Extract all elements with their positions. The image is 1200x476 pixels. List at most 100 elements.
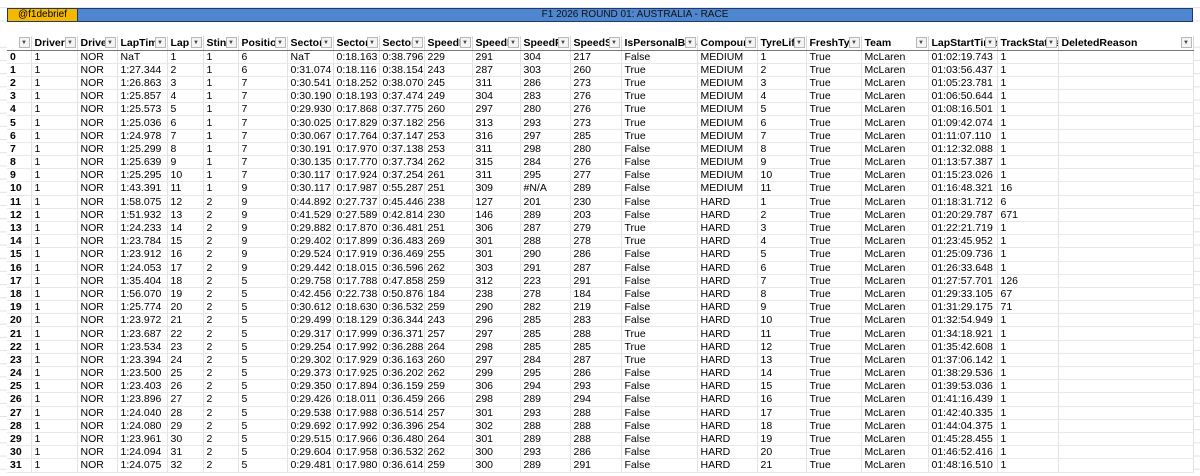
row-index[interactable]: 26 (7, 392, 32, 407)
column-header-speedi2[interactable]: SpeedI2 ▼ (472, 36, 521, 51)
cell[interactable]: 1 (31, 115, 78, 130)
cell[interactable]: 1:23.534 (117, 340, 168, 354)
cell[interactable]: 264 (424, 340, 473, 354)
cell[interactable]: 0:42.814 (379, 208, 425, 222)
cell[interactable]: 01:23:45.952 (928, 234, 998, 249)
cell[interactable]: 1 (997, 392, 1059, 407)
cell[interactable] (1058, 195, 1194, 209)
cell[interactable]: True (806, 234, 862, 249)
cell[interactable]: 1:24.233 (117, 221, 168, 236)
cell[interactable]: NOR (77, 287, 118, 302)
row-index[interactable]: 6 (7, 129, 32, 143)
cell[interactable]: 1:25.857 (117, 89, 168, 104)
cell[interactable]: McLaren (861, 458, 929, 473)
row-index[interactable]: 31 (7, 458, 32, 473)
cell[interactable] (1058, 274, 1194, 288)
cell[interactable]: NaT (117, 50, 168, 64)
cell[interactable]: 01:22:21.719 (928, 221, 998, 236)
cell[interactable]: 1 (31, 340, 78, 354)
cell[interactable]: NOR (77, 50, 118, 64)
cell[interactable]: 311 (472, 76, 521, 91)
cell[interactable]: 1 (31, 261, 78, 275)
cell[interactable]: 309 (472, 181, 521, 196)
cell[interactable]: 0:17.919 (333, 247, 380, 262)
cell[interactable]: 304 (472, 89, 521, 104)
cell[interactable]: 1 (203, 63, 239, 77)
cell[interactable]: NOR (77, 76, 118, 91)
filter-dropdown-icon[interactable]: ▼ (915, 37, 927, 48)
column-header-position[interactable]: Position ▼ (238, 36, 288, 51)
cell[interactable]: 0:29.442 (287, 261, 334, 275)
cell[interactable]: NOR (77, 326, 118, 341)
cell[interactable]: True (621, 353, 698, 368)
cell[interactable]: True (806, 313, 862, 328)
cell[interactable]: #N/A (520, 181, 571, 196)
cell[interactable]: 5 (238, 274, 288, 288)
row-index[interactable]: 30 (7, 445, 32, 460)
cell[interactable]: 9 (238, 221, 288, 236)
cell[interactable]: 0:36.514 (379, 406, 425, 420)
cell[interactable]: 294 (570, 392, 622, 407)
cell[interactable]: 283 (520, 89, 571, 104)
cell[interactable]: NOR (77, 274, 118, 288)
cell[interactable]: 303 (520, 63, 571, 77)
cell[interactable]: 17 (757, 406, 807, 420)
cell[interactable]: 1 (997, 89, 1059, 104)
cell[interactable]: 260 (424, 353, 473, 368)
cell[interactable]: False (621, 445, 698, 460)
cell[interactable]: 289 (520, 432, 571, 447)
cell[interactable]: MEDIUM (697, 181, 758, 196)
cell[interactable]: 1 (167, 50, 204, 64)
cell[interactable] (1058, 313, 1194, 328)
cell[interactable]: 302 (472, 419, 521, 433)
cell[interactable]: 255 (424, 247, 473, 262)
row-index[interactable]: 28 (7, 419, 32, 433)
cell[interactable]: 1 (203, 102, 239, 117)
row-index[interactable]: 20 (7, 313, 32, 328)
filter-dropdown-icon[interactable]: ▼ (793, 37, 805, 48)
cell[interactable]: 01:44:04.375 (928, 419, 998, 433)
column-header-speedst[interactable]: SpeedST ▼ (570, 36, 622, 51)
cell[interactable]: HARD (697, 313, 758, 328)
cell[interactable]: 0:44.892 (287, 195, 334, 209)
cell[interactable]: 304 (520, 50, 571, 64)
cell[interactable]: 0:36.202 (379, 366, 425, 381)
cell[interactable]: 315 (472, 155, 521, 170)
cell[interactable] (1058, 392, 1194, 407)
cell[interactable]: 9 (238, 261, 288, 275)
cell[interactable]: McLaren (861, 247, 929, 262)
cell[interactable] (1058, 155, 1194, 170)
cell[interactable]: 288 (520, 234, 571, 249)
cell[interactable]: True (806, 379, 862, 394)
cell[interactable]: 1:23.784 (117, 234, 168, 249)
cell[interactable]: NOR (77, 115, 118, 130)
filter-dropdown-icon[interactable]: ▼ (104, 37, 116, 48)
cell[interactable]: 1 (203, 168, 239, 183)
cell[interactable]: NOR (77, 379, 118, 394)
cell[interactable]: False (621, 432, 698, 447)
cell[interactable]: 20 (757, 445, 807, 460)
cell[interactable]: 0:18.252 (333, 76, 380, 91)
cell[interactable]: 0:47.858 (379, 274, 425, 288)
cell[interactable]: 2 (203, 247, 239, 262)
cell[interactable] (1058, 458, 1194, 473)
cell[interactable]: McLaren (861, 300, 929, 315)
cell[interactable]: 0:36.396 (379, 419, 425, 433)
cell[interactable]: McLaren (861, 168, 929, 183)
cell[interactable]: 7 (238, 168, 288, 183)
cell[interactable]: 285 (520, 313, 571, 328)
cell[interactable]: 1 (31, 432, 78, 447)
cell[interactable]: McLaren (861, 392, 929, 407)
cell[interactable]: McLaren (861, 63, 929, 77)
column-header-trackstatus[interactable]: TrackStatus ▼ (997, 36, 1059, 51)
cell[interactable]: 8 (757, 142, 807, 157)
cell[interactable]: 0:36.459 (379, 392, 425, 407)
cell[interactable]: 01:35:42.608 (928, 340, 998, 354)
cell[interactable]: NOR (77, 458, 118, 473)
cell[interactable]: 1 (31, 76, 78, 91)
cell[interactable]: 184 (570, 287, 622, 302)
cell[interactable]: 217 (570, 50, 622, 64)
cell[interactable]: 1:25.295 (117, 168, 168, 183)
cell[interactable]: 293 (520, 115, 571, 130)
cell[interactable]: 1 (997, 129, 1059, 143)
